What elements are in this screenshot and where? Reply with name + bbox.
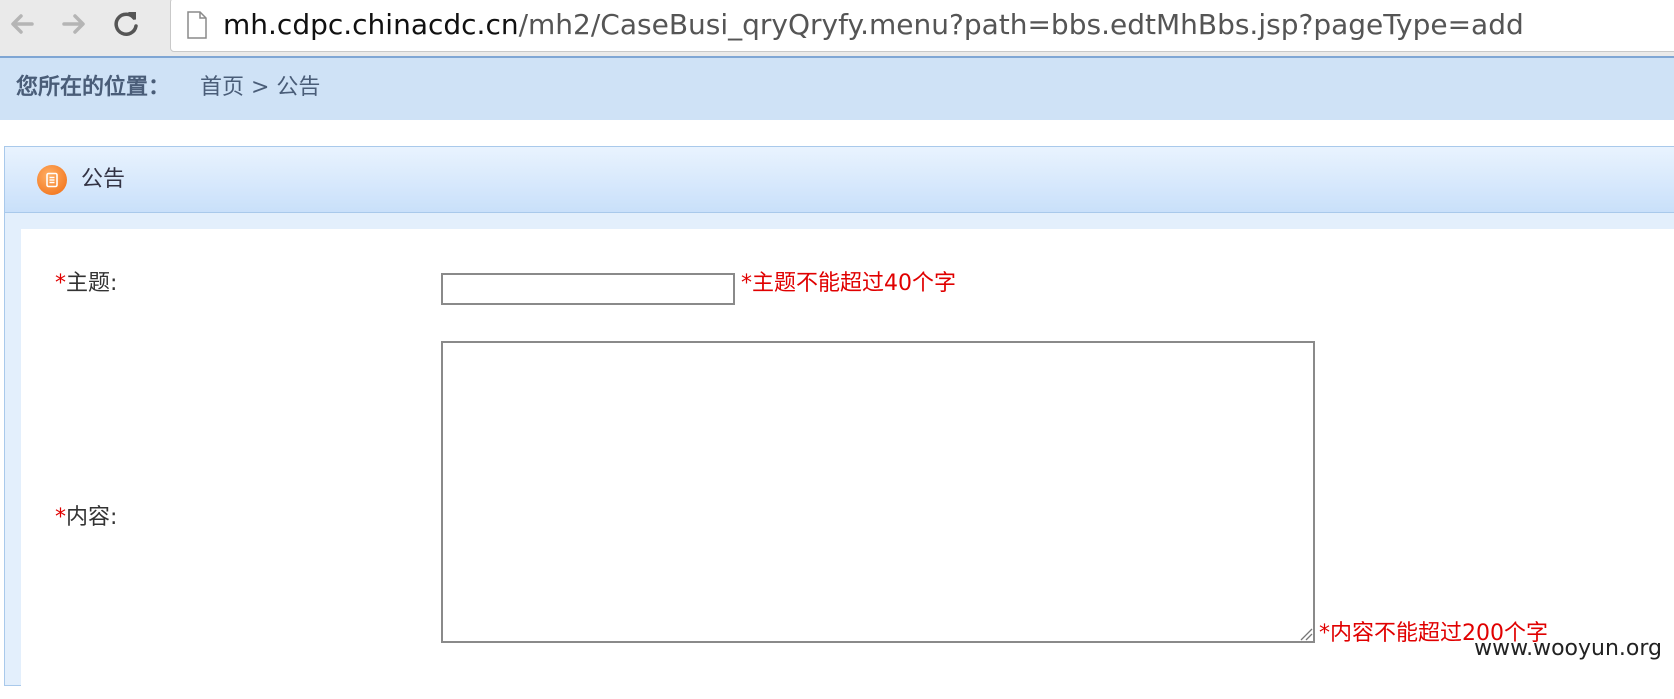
reload-icon: [114, 12, 138, 36]
subject-input[interactable]: [441, 273, 735, 305]
address-bar[interactable]: mh.cdpc.chinacdc.cn/mh2/CaseBusi_qryQryf…: [170, 0, 1674, 52]
content-textarea[interactable]: [441, 341, 1315, 643]
panel-header: 公告: [5, 147, 1674, 213]
location-label: 您所在的位置：: [16, 75, 171, 100]
browser-toolbar: mh.cdpc.chinacdc.cn/mh2/CaseBusi_qryQryf…: [0, 0, 1674, 58]
reload-button[interactable]: [108, 6, 144, 42]
url-path: /mh2/CaseBusi_qryQryfy.menu?path=bbs.edt…: [518, 8, 1524, 41]
breadcrumb: 首页 > 公告: [200, 75, 321, 100]
content-label-text: 内容:: [66, 505, 118, 530]
back-button[interactable]: [4, 6, 40, 42]
required-mark: *: [55, 505, 66, 530]
form-body: *主题: *主题不能超过40个字 *内容: *内容不能超过200个字: [21, 229, 1674, 699]
list-icon: [37, 165, 67, 195]
resize-handle-icon[interactable]: [1299, 627, 1313, 641]
arrow-right-icon: [62, 14, 85, 34]
page-icon: [187, 11, 207, 39]
url-host: mh.cdpc.chinacdc.cn: [223, 8, 519, 41]
subject-hint: *主题不能超过40个字: [741, 271, 956, 296]
content-label: *内容:: [55, 503, 117, 533]
url-text: mh.cdpc.chinacdc.cn/mh2/CaseBusi_qryQryf…: [223, 7, 1524, 43]
forward-button[interactable]: [56, 6, 92, 42]
watermark: www.wooyun.org: [1474, 636, 1662, 661]
subject-label: *主题:: [55, 269, 117, 299]
required-mark: *: [55, 271, 66, 296]
location-bar: 您所在的位置： 首页 > 公告: [0, 58, 1674, 120]
announcement-panel: 公告 *主题: *主题不能超过40个字 *内容: *内容不能超过200个字: [4, 146, 1674, 699]
arrow-left-icon: [11, 14, 34, 34]
subject-label-text: 主题:: [66, 271, 118, 296]
panel-title: 公告: [81, 167, 126, 192]
